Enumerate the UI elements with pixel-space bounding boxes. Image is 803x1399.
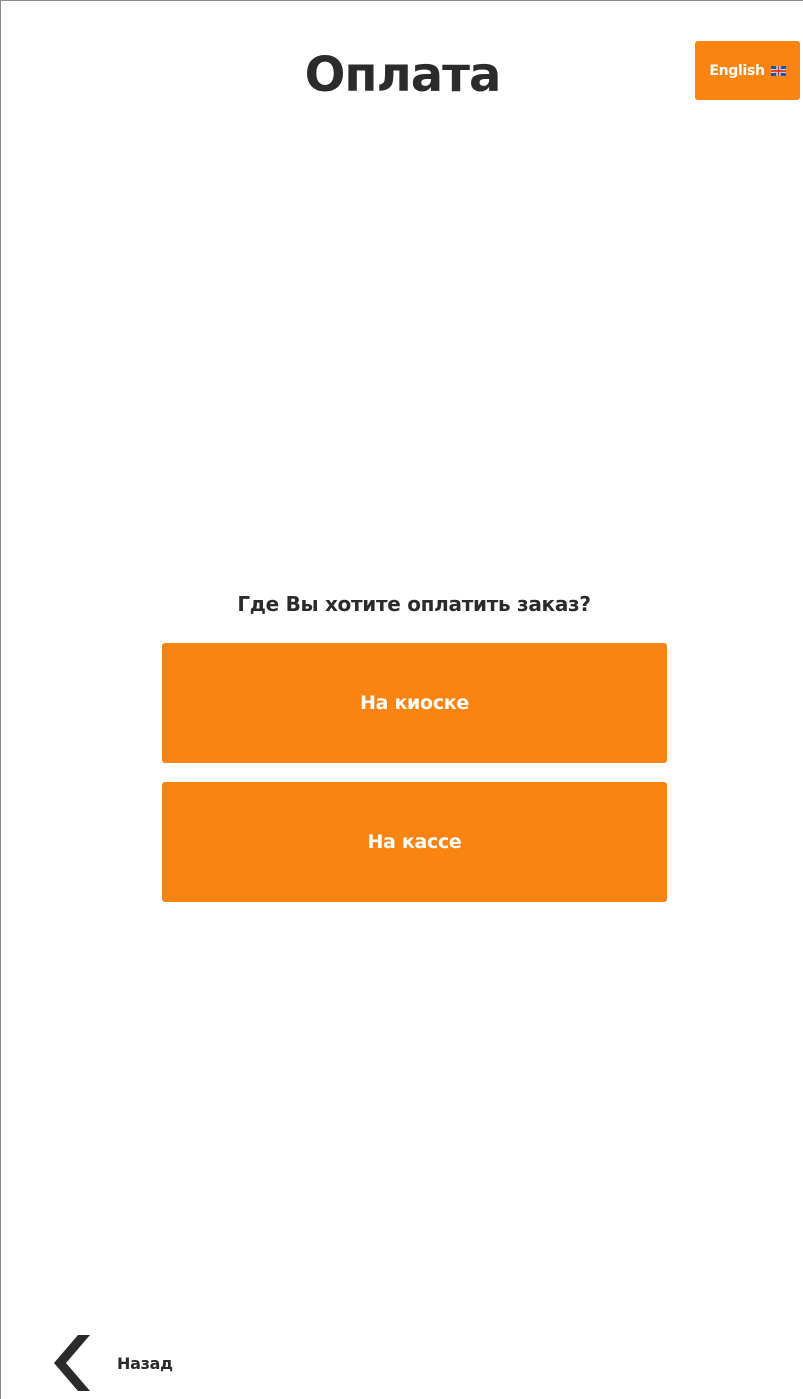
chevron-left-icon [54, 1335, 90, 1391]
language-switch-button[interactable]: English [695, 41, 800, 100]
pay-at-kiosk-label: На киоске [360, 692, 469, 714]
payment-screen: Оплата English Где Вы хотите оплатить за… [0, 0, 803, 1399]
page-title: Оплата [304, 47, 502, 103]
pay-at-cashier-label: На кассе [367, 831, 462, 853]
back-label: Назад [117, 1353, 173, 1373]
language-button-label: English [709, 62, 765, 79]
back-button[interactable]: Назад [53, 1334, 173, 1392]
uk-flag-icon [770, 65, 786, 76]
pay-at-kiosk-button[interactable]: На киоске [162, 643, 667, 763]
pay-at-cashier-button[interactable]: На кассе [162, 782, 667, 902]
payment-location-question: Где Вы хотите оплатить заказ? [237, 592, 591, 616]
